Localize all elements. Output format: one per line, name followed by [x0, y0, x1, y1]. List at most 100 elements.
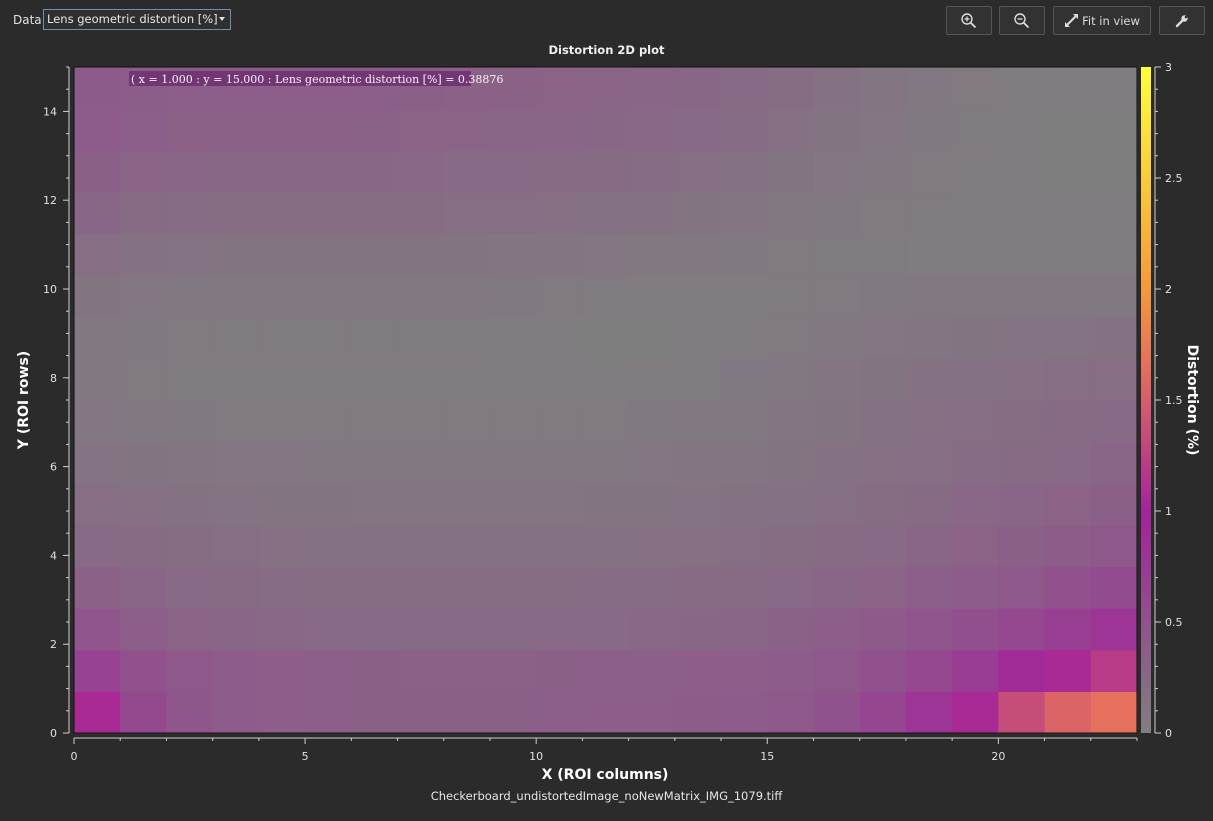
heatmap-cell	[1044, 358, 1092, 401]
heatmap-cell	[952, 150, 999, 193]
heatmap-cell	[905, 275, 953, 318]
heatmap-cell	[813, 316, 861, 359]
heatmap-cell	[258, 400, 306, 443]
heatmap-cell	[258, 316, 306, 359]
heatmap-cell	[397, 316, 445, 359]
heatmap-cell	[674, 316, 722, 359]
heatmap-cell	[859, 67, 907, 110]
heatmap-cell	[74, 358, 121, 401]
heatmap-cell	[998, 233, 1046, 276]
heatmap-cell	[443, 108, 491, 151]
heatmap-cell	[905, 441, 953, 484]
heatmap-cell	[1044, 67, 1092, 110]
heatmap-cell	[859, 441, 907, 484]
heatmap-cell	[212, 566, 260, 609]
heatmap-cell	[212, 275, 260, 318]
heatmap-cell	[628, 400, 676, 443]
heatmap-cell	[582, 524, 630, 568]
heatmap-cell	[1090, 649, 1138, 692]
heatmap-cell	[397, 524, 445, 568]
heatmap-cell	[258, 275, 306, 318]
heatmap-cell	[721, 400, 768, 443]
y-tick-label: 10	[43, 283, 57, 296]
heatmap-cell	[258, 608, 306, 651]
colorbar-tick-label: 1.5	[1165, 394, 1183, 407]
heatmap-cell	[674, 67, 722, 110]
heatmap-cell	[305, 566, 352, 609]
heatmap-cell	[258, 691, 306, 734]
heatmap-cell	[674, 691, 722, 734]
heatmap-cell	[582, 191, 630, 235]
heatmap-cell	[120, 566, 168, 609]
heatmap-cell	[489, 358, 537, 401]
heatmap-cell	[443, 649, 491, 692]
heatmap-cell	[1090, 483, 1138, 526]
heatmap-cell	[443, 275, 491, 318]
heatmap-cell	[1090, 441, 1138, 484]
heatmap-cell	[628, 608, 676, 651]
heatmap-cell	[351, 233, 399, 276]
heatmap-cell	[628, 150, 676, 193]
heatmap-cell	[489, 524, 537, 568]
y-tick-label: 8	[50, 372, 57, 385]
heatmap-cell	[443, 566, 491, 609]
heatmap-cell	[998, 108, 1046, 151]
heatmap-cell	[120, 524, 168, 568]
heatmap-cell	[813, 608, 861, 651]
heatmap-cell	[536, 191, 583, 235]
heatmap-cell	[397, 233, 445, 276]
heatmap-cell	[258, 150, 306, 193]
y-tick-label: 0	[50, 727, 57, 740]
heatmap-cell	[767, 608, 815, 651]
heatmap-cell	[258, 649, 306, 692]
heatmap-cell	[74, 608, 121, 651]
heatmap-cell	[443, 233, 491, 276]
heatmap-cell	[1090, 608, 1138, 651]
heatmap-cell	[813, 400, 861, 443]
heatmap-cell	[998, 608, 1046, 651]
heatmap-cell	[1090, 67, 1138, 110]
heatmap-cell	[582, 67, 630, 110]
heatmap-cell	[305, 691, 352, 734]
tooltip-text: ( x = 1.000 : y = 15.000 : Lens geometri…	[131, 73, 503, 86]
heatmap-area[interactable]	[74, 67, 1138, 734]
heatmap-cell	[859, 691, 907, 734]
heatmap-cell	[1044, 150, 1092, 193]
heatmap-cell	[674, 524, 722, 568]
heatmap-cell	[74, 67, 121, 110]
heatmap-cell	[628, 358, 676, 401]
y-tick-label: 12	[43, 194, 57, 207]
heatmap-cell	[74, 275, 121, 318]
heatmap-cell	[74, 191, 121, 235]
colorbar-tick-label: 2	[1165, 283, 1172, 296]
heatmap-cell	[813, 191, 861, 235]
heatmap-cell	[166, 191, 214, 235]
heatmap-cell	[258, 483, 306, 526]
heatmap-cell	[212, 316, 260, 359]
heatmap-cell	[74, 566, 121, 609]
heatmap-cell	[952, 191, 999, 235]
heatmap-cell	[998, 483, 1046, 526]
heatmap-cell	[166, 275, 214, 318]
heatmap-cell	[74, 649, 121, 692]
heatmap-cell	[674, 150, 722, 193]
heatmap-cell	[489, 108, 537, 151]
heatmap-cell	[859, 108, 907, 151]
heatmap-cell	[1044, 649, 1092, 692]
heatmap-cell	[767, 483, 815, 526]
heatmap-cell	[1090, 566, 1138, 609]
heatmap-cell	[305, 400, 352, 443]
heatmap-cell	[536, 400, 583, 443]
heatmap-cell	[582, 483, 630, 526]
heatmap-cell	[212, 150, 260, 193]
heatmap-cell	[905, 649, 953, 692]
colorbar-label: Distortion (%)	[1184, 345, 1200, 456]
heatmap-cell	[443, 400, 491, 443]
heatmap-cell	[628, 108, 676, 151]
heatmap-cell	[674, 566, 722, 609]
heatmap-cell	[813, 524, 861, 568]
heatmap-cell	[305, 233, 352, 276]
heatmap-cell	[721, 691, 768, 734]
heatmap-cell	[120, 233, 168, 276]
heatmap-cell	[305, 524, 352, 568]
